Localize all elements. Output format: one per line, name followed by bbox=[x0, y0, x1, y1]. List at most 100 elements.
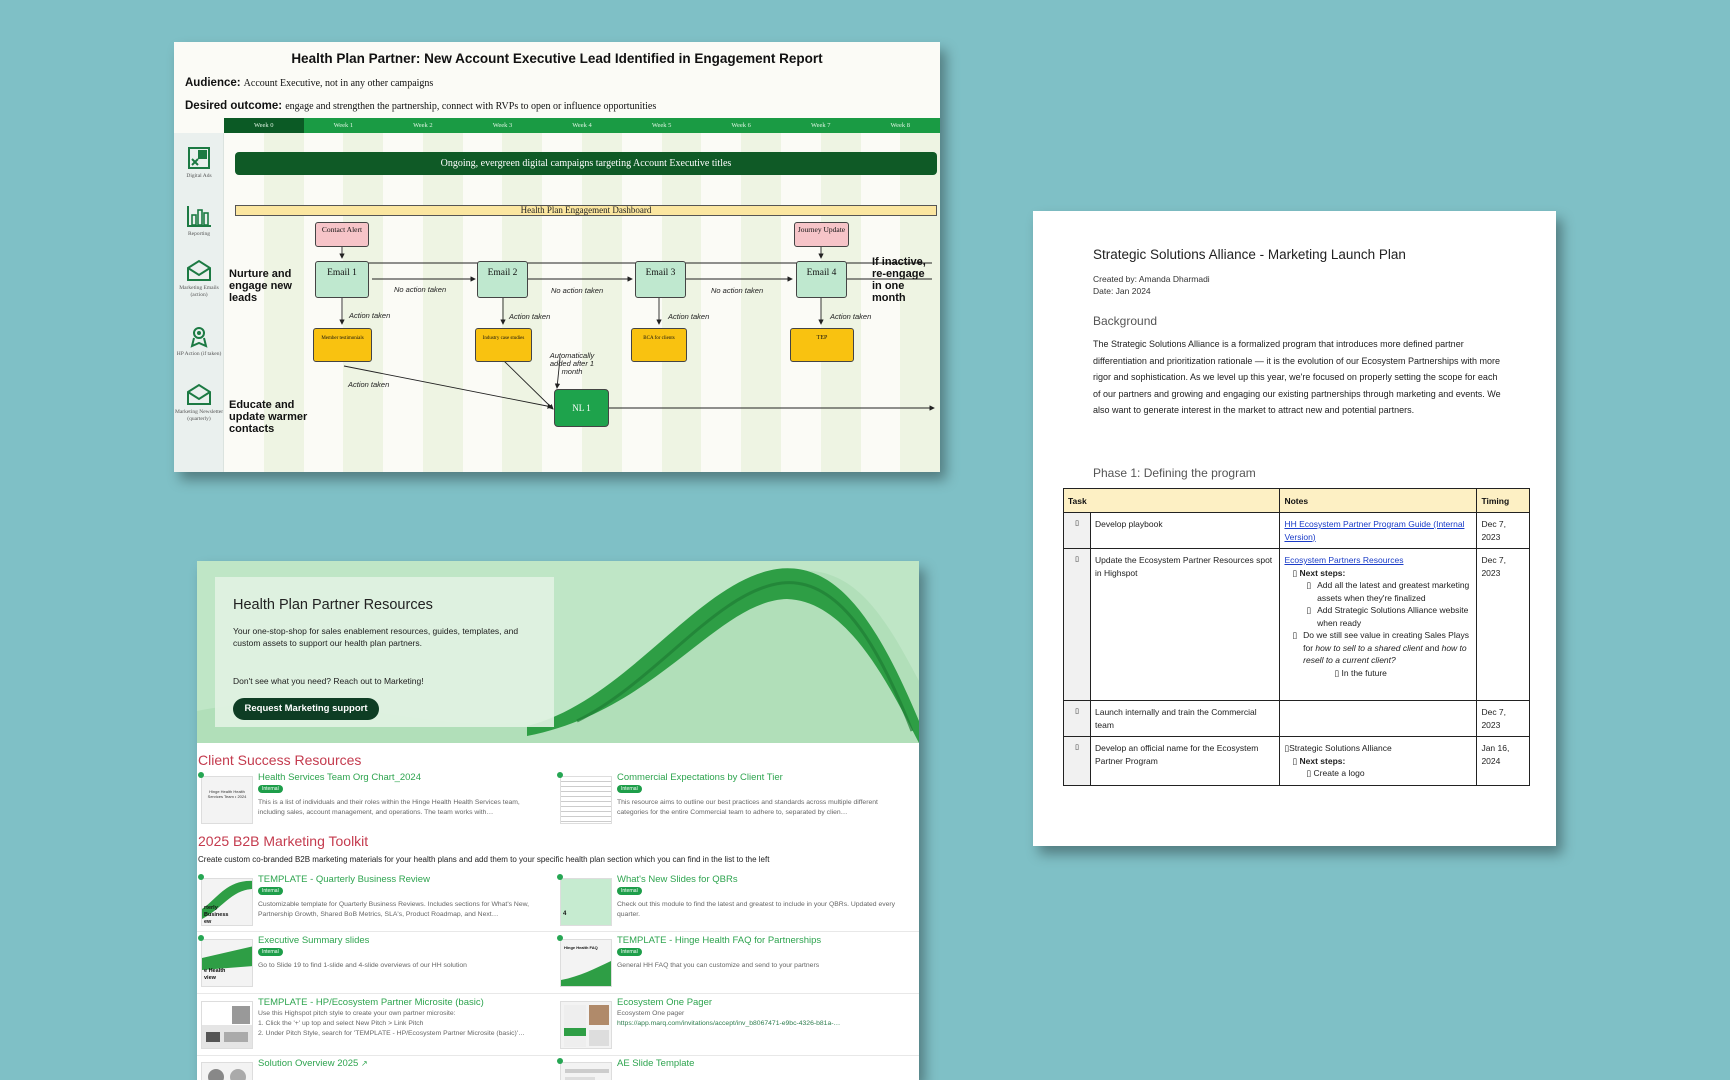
note-item: Add Strategic Solutions Alliance website… bbox=[1317, 605, 1469, 628]
resource-title[interactable]: What's New Slides for QBRs bbox=[617, 874, 738, 885]
email-3-box: Email 3 bbox=[635, 261, 686, 298]
row-bullet: ▯ bbox=[1063, 512, 1091, 549]
resource-item[interactable]: Commercial Expectations by Client Tier I… bbox=[557, 772, 917, 828]
action-taken-label: Action taken bbox=[830, 312, 872, 321]
hero-banner: Health Plan Partner Resources Your one-s… bbox=[197, 561, 919, 743]
description-line: Ecosystem One pager bbox=[617, 1010, 685, 1017]
auto-added-label: Automatically added after 1 month bbox=[549, 351, 595, 376]
next-steps-label: Next steps: bbox=[1299, 567, 1346, 578]
engagement-flow-document: Health Plan Partner: New Account Executi… bbox=[174, 42, 940, 472]
document-title: Strategic Solutions Alliance - Marketing… bbox=[1093, 247, 1406, 262]
status-dot bbox=[557, 1058, 563, 1064]
resource-title[interactable]: AE Slide Template bbox=[617, 1058, 694, 1069]
no-action-label: No action taken bbox=[711, 286, 764, 295]
toolkit-heading: 2025 B2B Marketing Toolkit bbox=[198, 833, 369, 849]
resource-item[interactable]: Solution Overview 2025 ↗ bbox=[198, 1058, 553, 1080]
action-taken-label: Action taken bbox=[348, 380, 390, 389]
resource-item[interactable]: AE Slide Template bbox=[557, 1058, 917, 1080]
educate-label: Educate and update warmer contacts bbox=[229, 399, 308, 435]
resource-thumbnail bbox=[560, 776, 612, 824]
table-row: ▯ Develop an official name for the Ecosy… bbox=[1063, 736, 1530, 786]
resource-title[interactable]: TEMPLATE - Quarterly Business Review bbox=[258, 874, 430, 885]
task-cell: Update the Ecosystem Partner Resources s… bbox=[1089, 548, 1281, 701]
background-heading: Background bbox=[1093, 314, 1158, 328]
resource-description: Customizable template for Quarterly Busi… bbox=[258, 901, 530, 918]
resource-item[interactable]: Hinge Health FAQ TEMPLATE - Hinge Health… bbox=[557, 935, 917, 991]
sub-bullet: ▯ bbox=[1292, 567, 1298, 578]
sub-bullet: ▯ bbox=[1292, 755, 1298, 766]
description-line: Use this Highspot pitch style to create … bbox=[258, 1010, 456, 1017]
created-by: Created by: Amanda Dharmadi bbox=[1093, 274, 1210, 284]
notes-cell: HH Ecosystem Partner Program Guide (Inte… bbox=[1279, 512, 1478, 549]
resource-description: General HH FAQ that you can customize an… bbox=[617, 962, 820, 969]
resource-item[interactable]: rterly Business ew TEMPLATE - Quarterly … bbox=[198, 874, 553, 930]
contact-alert-box: Contact Alert bbox=[315, 222, 369, 247]
toolkit-subtitle: Create custom co-branded B2B marketing m… bbox=[198, 855, 770, 864]
resource-item[interactable]: TEMPLATE - HP/Ecosystem Partner Microsit… bbox=[198, 997, 553, 1053]
resource-description: Check out this module to find the latest… bbox=[617, 901, 896, 918]
sub-bullet: ▯ bbox=[1306, 580, 1312, 590]
next-steps-label: Next steps: bbox=[1299, 755, 1346, 766]
status-dot bbox=[557, 874, 563, 880]
resource-item[interactable]: Hinge Health Health Services Team • 2024… bbox=[198, 772, 553, 828]
resource-thumbnail: 4 bbox=[560, 878, 612, 926]
resource-title[interactable]: Health Services Team Org Chart_2024 bbox=[258, 772, 421, 783]
task-header: Task bbox=[1062, 488, 1281, 513]
resource-item[interactable]: e Health view Executive Summary slides I… bbox=[198, 935, 553, 991]
resource-thumbnail bbox=[560, 1062, 612, 1080]
row-bullet: ▯ bbox=[1063, 548, 1091, 701]
program-guide-link[interactable]: HH Ecosystem Partner Program Guide (Inte… bbox=[1284, 519, 1464, 542]
table-row: ▯ Update the Ecosystem Partner Resources… bbox=[1063, 548, 1530, 701]
hero-title: Health Plan Partner Resources bbox=[233, 597, 433, 613]
row-divider bbox=[197, 931, 919, 932]
status-dot bbox=[557, 772, 563, 778]
marq-invitation-link[interactable]: https://app.marq.com/invitations/accept/… bbox=[617, 1019, 902, 1029]
timing-cell: Dec 7, 2023 bbox=[1476, 512, 1530, 549]
resource-title[interactable]: Solution Overview 2025 ↗ bbox=[258, 1058, 368, 1069]
internal-badge: Internal bbox=[258, 785, 283, 793]
note-item: In the future bbox=[1341, 667, 1387, 678]
timing-header: Timing bbox=[1476, 488, 1530, 513]
no-action-label: No action taken bbox=[551, 286, 604, 295]
resource-description: Ecosystem One pager https://app.marq.com… bbox=[617, 1009, 902, 1029]
hero-panel: Health Plan Partner Resources Your one-s… bbox=[215, 577, 554, 727]
bca-box: BCA for clients bbox=[631, 328, 687, 362]
email-4-box: Email 4 bbox=[796, 261, 847, 298]
resource-item[interactable]: Ecosystem One Pager Ecosystem One pager … bbox=[557, 997, 917, 1053]
sub-bullet: ▯ bbox=[1334, 667, 1340, 678]
request-marketing-support-button[interactable]: Request Marketing support bbox=[233, 698, 379, 720]
thumbnail-text: e Health view bbox=[204, 968, 226, 981]
timing-cell: Dec 7, 2023 bbox=[1476, 700, 1530, 737]
external-link-icon: ↗ bbox=[360, 1059, 368, 1068]
resource-title[interactable]: TEMPLATE - HP/Ecosystem Partner Microsit… bbox=[258, 997, 484, 1008]
status-dot bbox=[198, 772, 204, 778]
resource-item[interactable]: 4 What's New Slides for QBRs Internal Ch… bbox=[557, 874, 917, 930]
resource-title[interactable]: Executive Summary slides bbox=[258, 935, 369, 946]
row-divider bbox=[197, 1055, 919, 1056]
resource-thumbnail bbox=[560, 1001, 612, 1049]
thumbnail-text: Hinge Health Health Services Team • 2024 bbox=[207, 789, 247, 799]
resource-thumbnail: Hinge Health FAQ bbox=[560, 939, 612, 987]
resource-title[interactable]: TEMPLATE - Hinge Health FAQ for Partners… bbox=[617, 935, 821, 946]
client-success-heading: Client Success Resources bbox=[198, 752, 362, 768]
internal-badge: Internal bbox=[258, 887, 283, 895]
resource-thumbnail: Hinge Health Health Services Team • 2024 bbox=[201, 776, 253, 824]
action-taken-label: Action taken bbox=[509, 312, 551, 321]
resource-title[interactable]: Commercial Expectations by Client Tier bbox=[617, 772, 783, 783]
table-row: ▯ Launch internally and train the Commer… bbox=[1063, 700, 1530, 737]
task-cell: Launch internally and train the Commerci… bbox=[1089, 700, 1281, 737]
resource-title-text: Solution Overview 2025 bbox=[258, 1058, 359, 1069]
timing-cell: Jan 16, 2024 bbox=[1476, 736, 1530, 786]
resource-thumbnail bbox=[201, 1062, 253, 1080]
thumbnail-text: rterly Business ew bbox=[204, 905, 229, 925]
hero-question: Don't see what you need? Reach out to Ma… bbox=[233, 676, 424, 686]
partners-resources-link[interactable]: Ecosystem Partners Resources bbox=[1284, 555, 1403, 565]
table-header-row: Task Notes Timing bbox=[1062, 488, 1530, 513]
sub-bullet: ▯ bbox=[1306, 768, 1312, 778]
internal-badge: Internal bbox=[258, 948, 283, 956]
internal-badge: Internal bbox=[617, 887, 642, 895]
resource-description: This is a list of individuals and their … bbox=[258, 799, 520, 816]
table-row: ▯ Develop playbook HH Ecosystem Partner … bbox=[1063, 512, 1530, 549]
resource-title[interactable]: Ecosystem One Pager bbox=[617, 997, 712, 1008]
description-line: 2. Under Pitch Style, search for 'TEMPLA… bbox=[258, 1030, 525, 1037]
